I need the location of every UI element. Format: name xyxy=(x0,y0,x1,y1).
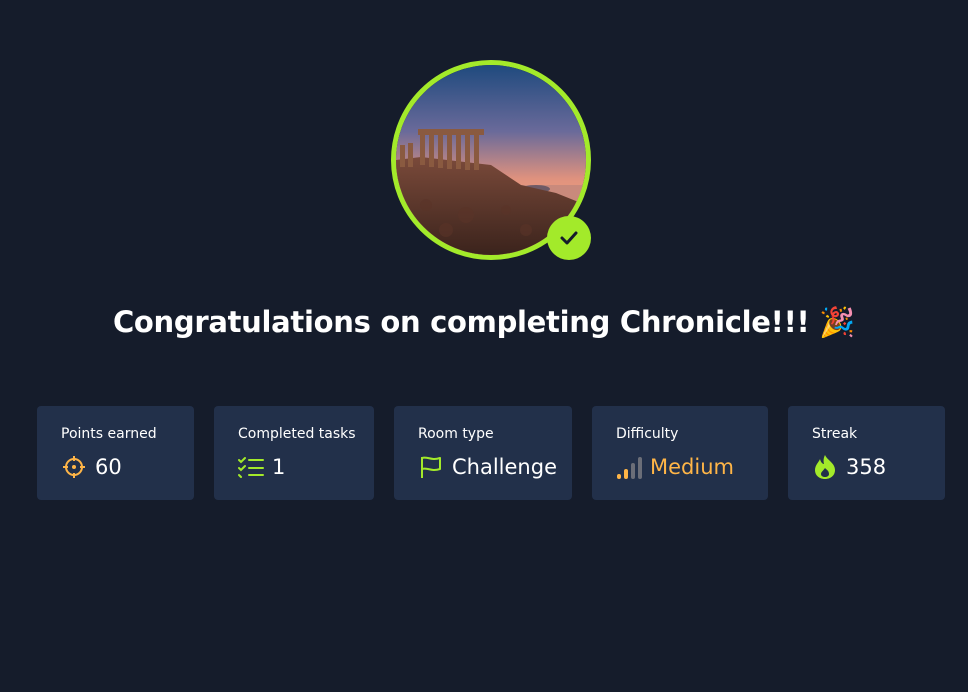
stat-label: Completed tasks xyxy=(238,426,356,442)
flame-icon xyxy=(812,454,838,480)
flag-icon xyxy=(418,454,444,480)
stat-value: 358 xyxy=(846,455,887,479)
congratulations-heading: Congratulations on completing Chronicle!… xyxy=(112,305,856,339)
stat-value: 1 xyxy=(272,455,286,479)
stat-value: 60 xyxy=(95,455,122,479)
room-avatar xyxy=(391,60,591,260)
stat-label: Difficulty xyxy=(616,426,679,442)
task-list-icon xyxy=(238,454,264,480)
stat-value: Medium xyxy=(650,455,734,479)
check-icon xyxy=(547,216,591,260)
stat-label: Points earned xyxy=(61,426,157,442)
stat-card-tasks: Completed tasks 1 xyxy=(214,406,374,500)
stat-value: Challenge xyxy=(452,455,557,479)
signal-bars-icon xyxy=(616,454,642,480)
stat-card-room-type: Room type Challenge xyxy=(394,406,572,500)
crosshair-icon xyxy=(61,454,87,480)
stat-label: Streak xyxy=(812,426,858,442)
stat-label: Room type xyxy=(418,426,494,442)
stat-card-difficulty: Difficulty Medium xyxy=(592,406,768,500)
stat-card-points: Points earned 60 xyxy=(37,406,194,500)
stats-row: Points earned 60 Completed tasks 1 Room … xyxy=(0,406,968,500)
stat-card-streak: Streak 358 xyxy=(788,406,945,500)
